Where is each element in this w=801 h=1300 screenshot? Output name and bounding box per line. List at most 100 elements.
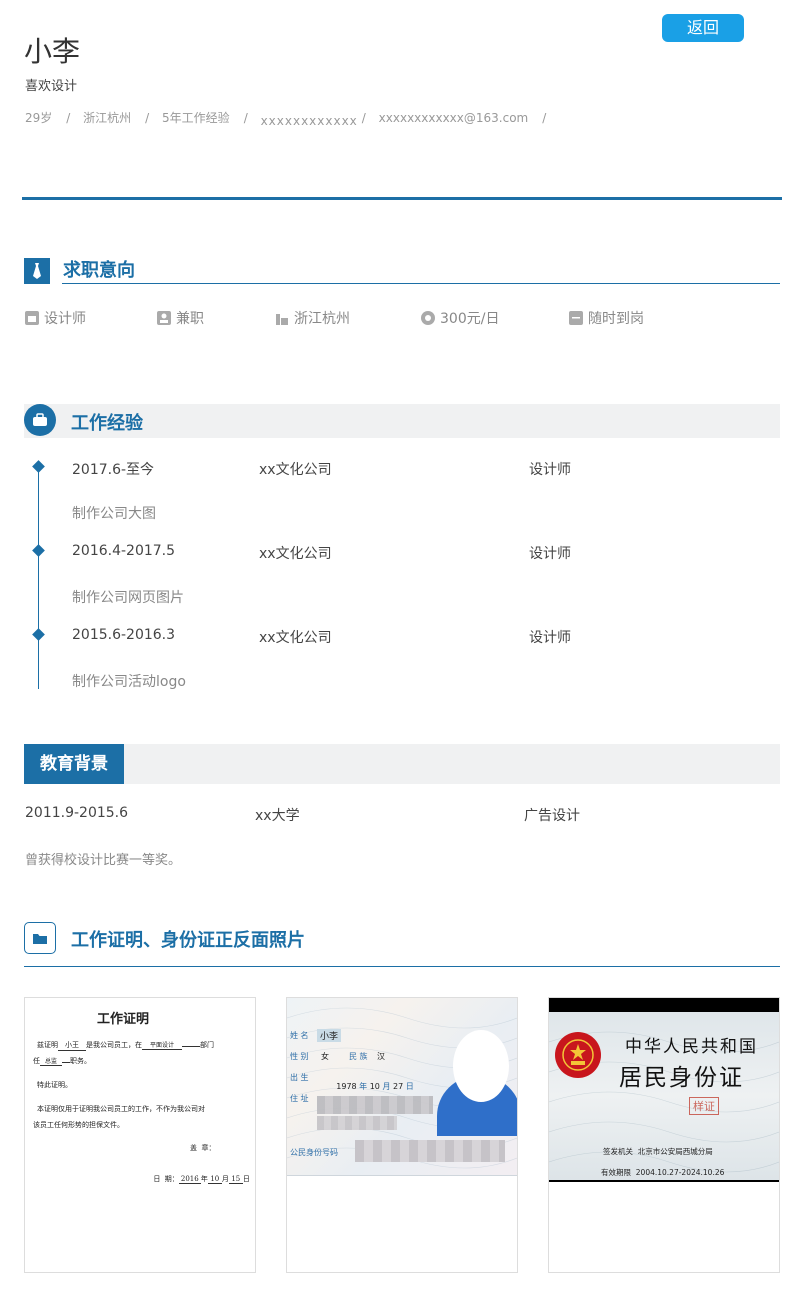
city-icon	[275, 311, 289, 325]
certificate-line: 该员工任何形势的担保文件。	[33, 1121, 124, 1129]
employment-certificate-image[interactable]: 工作证明 兹证明 小王 是我公司员工，在 平面设计 部门 任总监 职务。 特此证明。 本证…	[24, 997, 256, 1273]
intent-divider	[62, 283, 780, 284]
id-front-birth-year: 1978	[336, 1082, 357, 1091]
intent-employment-type: 兼职	[157, 308, 204, 328]
employment-type-icon	[157, 311, 171, 325]
education-period: 2011.9-2015.6	[25, 805, 129, 821]
certificate-position: 总监	[40, 1056, 62, 1066]
meta-phone: xxxxxxxxxxxx	[260, 114, 358, 128]
id-back-validity: 有效期限 2004.10.27-2024.10.26	[601, 1167, 724, 1178]
id-front-ethnic-label: 民 族	[349, 1052, 368, 1061]
education-section-band	[24, 744, 780, 784]
meta-age: 29岁	[25, 111, 53, 125]
certificate-line: 本证明仅用于证明我公司员工的工作，不作为我公司对	[37, 1105, 205, 1113]
id-back-bottom-border	[549, 1180, 779, 1182]
id-card-front-image[interactable]: 姓 名 小李 性 别 女 民 族 汉 出 生 1978 年 10 月 27 日 …	[286, 997, 518, 1273]
id-front-birth-day: 27	[393, 1082, 404, 1091]
meta-separator: /	[542, 111, 547, 125]
work-description: 制作公司大图	[72, 506, 156, 522]
intent-availability: 随时到岗	[569, 308, 644, 328]
work-description: 制作公司活动logo	[72, 674, 186, 690]
certificate-text: 日 期：	[153, 1175, 179, 1183]
certificate-title: 工作证明	[97, 1012, 150, 1027]
meta-separator: /	[361, 111, 366, 125]
id-back-validity-value: 2004.10.27-2024.10.26	[635, 1168, 725, 1177]
certificate-text: 日	[242, 1175, 250, 1183]
education-school: xx大学	[255, 808, 300, 824]
back-button[interactable]: 返回	[662, 14, 744, 42]
id-front-address-label: 住 址	[290, 1094, 309, 1103]
tie-icon	[24, 258, 50, 284]
work-period: 2015.6-2016.3	[72, 627, 176, 643]
certificate-line: 任总监 职务。	[33, 1056, 91, 1066]
meta-experience: 5年工作经验	[162, 111, 230, 125]
work-period: 2016.4-2017.5	[72, 543, 176, 559]
id-back-title-country: 中华人民共和国	[625, 1037, 758, 1057]
intent-position: 设计师	[25, 308, 86, 328]
position-icon	[25, 311, 39, 325]
intent-salary-label: 300元/日	[440, 311, 500, 327]
certificate-month: 10	[207, 1175, 222, 1184]
certificate-day: 15	[228, 1175, 243, 1184]
certificate-employee-name: 小王	[58, 1040, 86, 1051]
timeline-line	[38, 467, 39, 689]
intent-city-label: 浙江杭州	[294, 311, 350, 327]
id-front-text: 日	[405, 1082, 414, 1091]
id-front-name-label: 姓 名	[290, 1031, 309, 1040]
id-front-name: 小李	[317, 1029, 342, 1042]
header-divider	[22, 197, 782, 200]
intent-employment-label: 兼职	[176, 311, 204, 327]
timeline-marker	[32, 628, 45, 641]
certificate-seal-label: 盖 章：	[190, 1144, 216, 1152]
id-front-text: 月	[382, 1082, 391, 1091]
certificate-date: 日 期： 2016 年 10 月 15 日	[140, 1166, 250, 1192]
certificate-text: 是我公司员工，在	[86, 1041, 142, 1049]
id-front-background: 姓 名 小李 性 别 女 民 族 汉 出 生 1978 年 10 月 27 日 …	[287, 998, 517, 1176]
certificate-text: 月	[221, 1175, 229, 1183]
certificate-text: 年	[200, 1175, 208, 1183]
id-front-sex-label: 性 别	[290, 1052, 309, 1061]
calendar-icon	[569, 311, 583, 325]
proof-section-title: 工作证明、身份证正反面照片	[71, 930, 305, 951]
intent-section-title: 求职意向	[63, 260, 135, 281]
id-back-issuer-label: 签发机关	[603, 1147, 633, 1156]
work-role: 设计师	[529, 630, 571, 646]
national-emblem-icon	[555, 1032, 601, 1078]
id-back-issuer-value: 北京市公安局西城分局	[637, 1147, 713, 1156]
education-section-title: 教育背景	[24, 744, 124, 784]
education-description: 曾获得校设计比赛一等奖。	[25, 853, 182, 868]
timeline-marker	[32, 544, 45, 557]
folder-icon	[24, 922, 56, 954]
work-role: 设计师	[529, 462, 571, 478]
candidate-tagline: 喜欢设计	[25, 79, 78, 94]
certificate-text: 部门	[200, 1041, 214, 1049]
intent-availability-label: 随时到岗	[588, 311, 644, 327]
meta-separator: /	[66, 111, 71, 125]
candidate-meta: 29岁 / 浙江杭州/ 5年工作经验 / xxxxxxxxxxxx / xxxxxxx…	[25, 109, 555, 128]
certificate-department: 平面设计	[142, 1040, 182, 1050]
sample-stamp: 样证	[689, 1097, 719, 1115]
work-section-title: 工作经验	[71, 413, 143, 434]
meta-email: xxxxxxxxxxxx@163.com	[378, 111, 529, 125]
id-back-title-card: 居民身份证	[619, 1065, 744, 1091]
work-company: xx文化公司	[259, 546, 332, 562]
work-role: 设计师	[529, 546, 571, 562]
certificate-year: 2016	[178, 1175, 201, 1184]
id-front-text: 年	[359, 1082, 368, 1091]
work-company: xx文化公司	[259, 630, 332, 646]
portrait-face-blanked	[453, 1030, 509, 1102]
address-redaction-mosaic	[317, 1096, 433, 1114]
id-card-back-image[interactable]: 中华人民共和国 居民身份证 样证 签发机关 北京市公安局西城分局 有效期限 20…	[548, 997, 780, 1273]
id-front-number-label: 公民身份号码	[290, 1148, 338, 1157]
id-front-ethnic: 汉	[377, 1052, 385, 1061]
intent-city: 浙江杭州	[275, 308, 350, 328]
work-description: 制作公司网页图片	[72, 590, 184, 606]
id-front-birth-month: 10	[369, 1082, 380, 1091]
timeline-marker	[32, 460, 45, 473]
work-company: xx文化公司	[259, 462, 332, 478]
id-number-redaction-mosaic	[355, 1140, 505, 1162]
certificate-line: 特此证明。	[37, 1081, 72, 1089]
briefcase-icon	[24, 404, 56, 436]
certificate-line: 兹证明 小王 是我公司员工，在 平面设计 部门	[37, 1040, 214, 1051]
meta-city: 浙江杭州	[83, 111, 132, 125]
